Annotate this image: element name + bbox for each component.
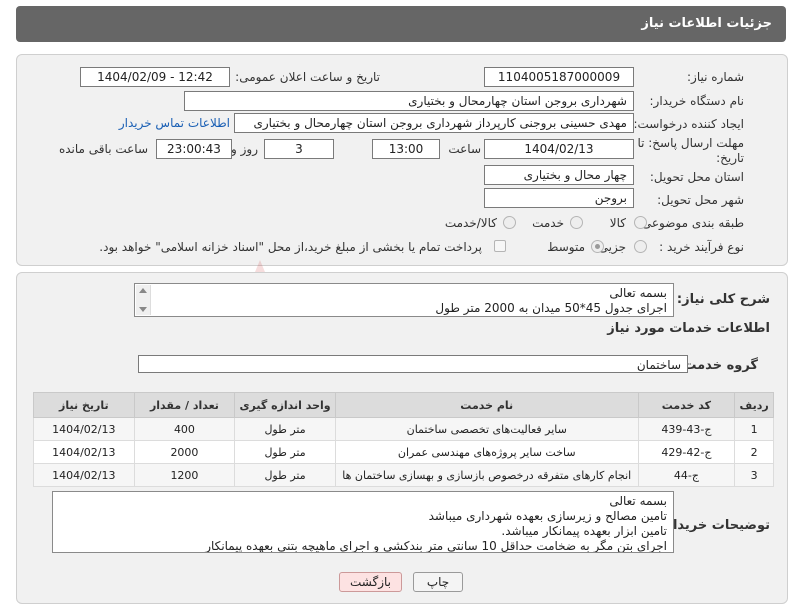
deadline-time-field: 13:00	[372, 139, 440, 159]
table-row: 2 ج-42-429 ساخت سایر پروژه‌های مهندسی عم…	[33, 440, 774, 464]
remaining-time-field: 23:00:43	[156, 139, 232, 159]
cell-need-date: 1404/02/13	[33, 417, 135, 441]
description-line-2: اجرای جدول 45*50 میدان به 2000 متر طول	[435, 301, 667, 315]
col-service-name: نام خدمت	[334, 392, 639, 418]
category-radio-service[interactable]	[570, 216, 583, 229]
buyer-notes-textarea[interactable]: بسمه تعالی تامین مصالح و زیرسازی بعهده ش…	[52, 491, 674, 553]
print-button[interactable]: چاپ	[413, 572, 463, 592]
need-number-field: 1104005187000009	[484, 67, 634, 87]
cell-service-code: ج-43-439	[637, 417, 736, 441]
treasury-note: پرداخت تمام یا بخشی از مبلغ خرید،از محل …	[99, 240, 482, 254]
buyer-org-label: نام دستگاه خریدار:	[649, 94, 745, 108]
cell-unit: متر طول	[234, 417, 336, 441]
announce-label: تاریخ و ساعت اعلان عمومی:	[235, 70, 380, 84]
buyer-notes-line-3: تامین ابزار بعهده پیمانکار میباشد.	[501, 524, 667, 538]
cell-quantity: 400	[133, 417, 236, 441]
purchase-type-label: نوع فرآیند خرید :	[659, 240, 744, 254]
buyer-notes-line-1: بسمه تعالی	[609, 494, 667, 508]
province-field: چهار محال و بختیاری	[484, 165, 634, 185]
category-option-goods: کالا	[609, 216, 626, 230]
category-label: طبقه بندی موضوعی:	[637, 216, 744, 230]
service-group-field: ساختمان	[138, 355, 688, 373]
col-quantity: تعداد / مقدار	[133, 392, 236, 418]
cell-service-name: سایر فعالیت‌های تخصصی ساختمان	[334, 417, 639, 441]
service-group-label: گروه خدمت:	[678, 358, 758, 373]
remaining-label: ساعت باقی مانده	[58, 142, 148, 156]
category-radio-goods-service[interactable]	[503, 216, 516, 229]
days-field: 3	[264, 139, 334, 159]
purchase-radio-medium[interactable]	[591, 240, 604, 253]
buyer-notes-label: توضیحات خریدار:	[660, 518, 770, 533]
col-unit: واحد اندازه گیری	[234, 392, 336, 418]
days-label: روز و	[231, 142, 258, 156]
description-label: شرح کلی نیاز:	[676, 292, 770, 307]
category-option-service: خدمت	[532, 216, 564, 230]
services-section-title: اطلاعات خدمات مورد نیاز	[607, 321, 770, 336]
category-option-goods-service: کالا/خدمت	[444, 216, 497, 230]
deadline-time-label: ساعت	[448, 142, 481, 156]
purchase-option-medium: متوسط	[547, 240, 585, 254]
services-table: ردیف کد خدمت نام خدمت واحد اندازه گیری ت…	[33, 392, 774, 487]
services-table-header: ردیف کد خدمت نام خدمت واحد اندازه گیری ت…	[33, 392, 774, 418]
cell-row-number: 1	[734, 417, 774, 441]
cell-need-date: 1404/02/13	[33, 440, 135, 464]
table-row: 1 ج-43-439 سایر فعالیت‌های تخصصی ساختمان…	[33, 417, 774, 441]
cell-quantity: 2000	[133, 440, 236, 464]
need-number-label: شماره نیاز:	[687, 70, 744, 84]
buyer-org-field: شهرداری بروجن استان چهارمحال و بختیاری	[184, 91, 634, 111]
requester-field: مهدی حسینی بروجنی کارپرداز شهرداری بروجن…	[234, 113, 634, 133]
description-scrollbar[interactable]	[136, 285, 151, 315]
cell-quantity: 1200	[133, 463, 236, 487]
cell-service-name: انجام کارهای متفرقه درخصوص بازسازی و بهس…	[334, 463, 639, 487]
city-label: شهر محل تحویل:	[657, 193, 744, 207]
category-radio-goods[interactable]	[634, 216, 647, 229]
cell-need-date: 1404/02/13	[33, 463, 135, 487]
cell-unit: متر طول	[234, 440, 336, 464]
description-textarea[interactable]: بسمه تعالی اجرای جدول 45*50 میدان به 200…	[134, 283, 674, 317]
buyer-notes-line-4: اجرای بتن مگر به ضخامت حداقل 10 سانتی مت…	[205, 539, 667, 553]
back-button[interactable]: بازگشت	[339, 572, 402, 592]
cell-service-name: ساخت سایر پروژه‌های مهندسی عمران	[334, 440, 639, 464]
col-row-number: ردیف	[734, 392, 774, 418]
requester-label: ایجاد کننده درخواست:	[633, 117, 744, 131]
purchase-radio-minor[interactable]	[634, 240, 647, 253]
page-header: جزئیات اطلاعات نیاز	[16, 6, 786, 42]
cell-service-code: ج-42-429	[637, 440, 736, 464]
cell-row-number: 3	[734, 463, 774, 487]
treasury-checkbox[interactable]	[494, 240, 506, 252]
table-row: 3 ج-44 انجام کارهای متفرقه درخصوص بازساز…	[33, 463, 774, 487]
col-need-date: تاریخ نیاز	[33, 392, 135, 418]
cell-row-number: 2	[734, 440, 774, 464]
col-service-code: کد خدمت	[637, 392, 736, 418]
buyer-notes-line-2: تامین مصالح و زیرسازی بعهده شهرداری میبا…	[428, 509, 667, 523]
scroll-up-icon[interactable]	[139, 288, 147, 293]
deadline-label: مهلت ارسال پاسخ: تا تاریخ:	[634, 136, 744, 166]
description-line-1: بسمه تعالی	[609, 286, 667, 300]
deadline-label-text: مهلت ارسال پاسخ: تا تاریخ:	[637, 136, 744, 165]
cell-service-code: ج-44	[637, 463, 736, 487]
city-field: بروجن	[484, 188, 634, 208]
province-label: استان محل تحویل:	[649, 170, 744, 184]
cell-unit: متر طول	[234, 463, 336, 487]
scroll-down-icon[interactable]	[139, 307, 147, 312]
page-title: جزئیات اطلاعات نیاز	[641, 16, 772, 31]
buyer-contact-link[interactable]: اطلاعات تماس خریدار	[119, 116, 230, 130]
announce-field: 1404/02/09 - 12:42	[80, 67, 230, 87]
deadline-date-field: 1404/02/13	[484, 139, 634, 159]
